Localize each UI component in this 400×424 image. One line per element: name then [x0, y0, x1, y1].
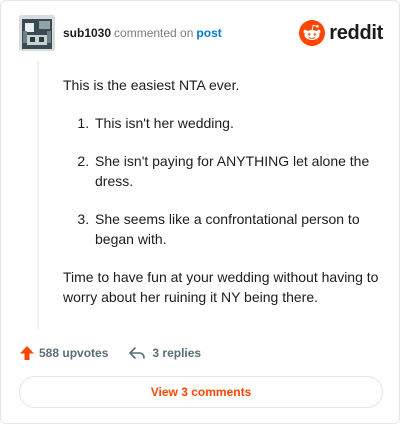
post-link[interactable]: post — [196, 26, 221, 40]
reply-arrow-icon — [129, 347, 146, 359]
comment-actions: 588 upvotes 3 replies — [19, 343, 201, 363]
comment-header: sub1030 commented on post reddit — [19, 15, 383, 53]
view-comments-button[interactable]: View 3 comments — [19, 376, 383, 408]
thread-line[interactable] — [37, 61, 39, 329]
reddit-logo-icon — [299, 20, 326, 46]
action-text: commented on — [114, 26, 194, 40]
comment-list: This isn't her wedding. She isn't paying… — [93, 113, 381, 249]
list-item: She isn't paying for ANYTHING let alone … — [93, 151, 381, 191]
upvote-count: 588 upvotes — [39, 346, 109, 360]
upvote-arrow-icon — [20, 346, 34, 360]
comment-card: sub1030 commented on post reddit This is t… — [0, 0, 400, 424]
user-avatar[interactable] — [19, 15, 55, 51]
username-link[interactable]: sub1030 — [63, 26, 111, 40]
reddit-brand[interactable]: reddit — [299, 19, 383, 47]
upvote-button[interactable]: 588 upvotes — [19, 345, 108, 361]
list-item: This isn't her wedding. — [93, 113, 381, 133]
comment-meta: sub1030 commented on post — [63, 26, 222, 40]
comment-closing: Time to have fun at your wedding without… — [63, 269, 379, 305]
comment-intro: This is the easiest NTA ever. — [63, 77, 240, 93]
replies-button[interactable]: 3 replies — [128, 345, 201, 361]
brand-text: reddit — [329, 21, 383, 44]
comment-body: This is the easiest NTA ever. This isn't… — [63, 75, 381, 325]
list-item: She seems like a confrontational person … — [93, 209, 381, 249]
avatar-image — [19, 15, 55, 51]
replies-label: 3 replies — [152, 346, 202, 360]
